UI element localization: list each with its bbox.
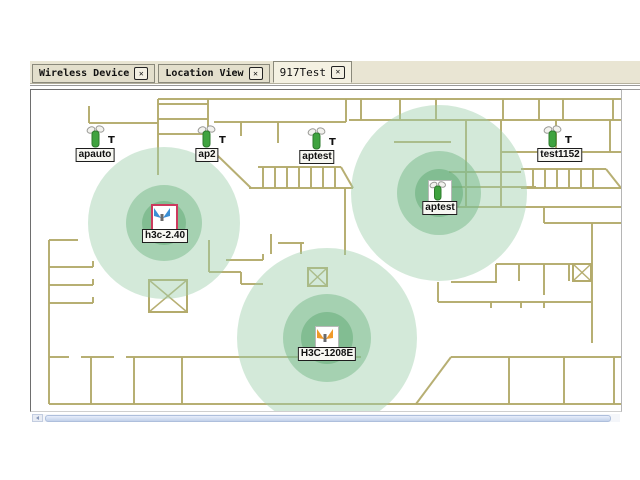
ap-label-h3c-2-40[interactable]: h3c-2.40 (142, 229, 188, 243)
tab-label: Location View (165, 68, 243, 79)
ap-label-aptest-top[interactable]: aptest (299, 150, 334, 164)
tab-label: Wireless Device (39, 68, 129, 79)
ap-label-ap2[interactable]: ap2 (195, 148, 218, 162)
dual-antenna-icon (153, 206, 171, 222)
close-icon[interactable]: ✕ (249, 67, 263, 80)
ap-label-apauto[interactable]: apauto (76, 148, 115, 162)
application-window: Wireless Device ✕ Location View ✕ 917Tes… (0, 0, 640, 480)
scroll-left-arrow-icon (36, 416, 39, 420)
ap-label-h3c-1208e[interactable]: H3C-1208E (298, 347, 356, 361)
close-icon[interactable]: ✕ (134, 67, 148, 80)
tab-wireless-device[interactable]: Wireless Device ✕ (32, 64, 155, 83)
ap-label-aptest-circle[interactable]: aptest (422, 201, 457, 215)
t-marker: T (329, 137, 336, 148)
horizontal-scrollbar[interactable] (32, 414, 620, 422)
scrollbar-thumb[interactable] (45, 415, 611, 422)
t-marker: T (219, 135, 226, 146)
t-marker: T (565, 135, 572, 146)
tab-bar: Wireless Device ✕ Location View ✕ 917Tes… (30, 61, 640, 84)
antenna-icon (429, 181, 447, 201)
tab-label: 917Test (280, 66, 326, 79)
t-marker: T (108, 135, 115, 146)
close-icon[interactable]: ✕ (331, 66, 345, 79)
ap-label-test1152[interactable]: test1152 (537, 148, 582, 162)
device-icon-h3c-2-40[interactable] (151, 204, 178, 231)
scroll-left-button[interactable] (32, 414, 43, 422)
tab-917test[interactable]: 917Test ✕ (273, 61, 352, 83)
dual-antenna-icon (316, 327, 334, 343)
location-map-panel[interactable]: T apauto T ap2 T aptest (30, 89, 622, 412)
tab-location-view[interactable]: Location View ✕ (158, 64, 269, 83)
